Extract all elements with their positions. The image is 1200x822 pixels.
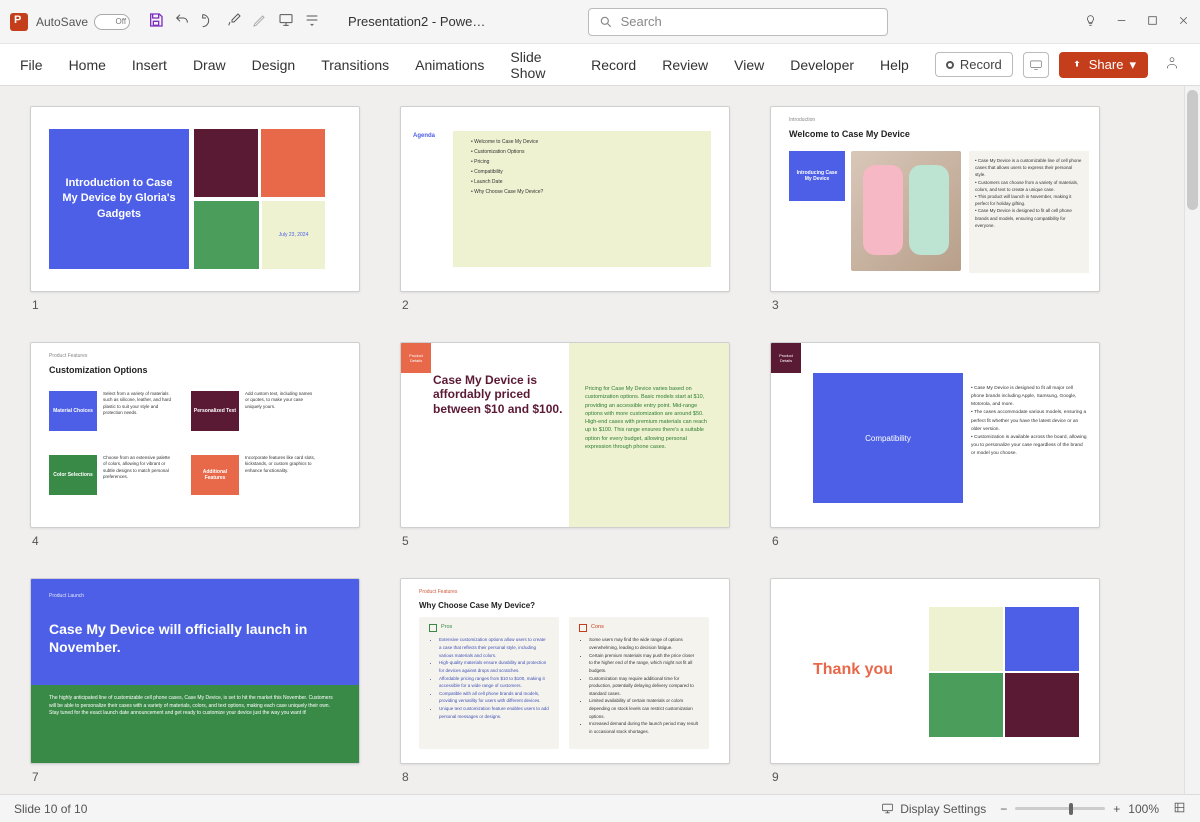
tab-insert[interactable]: Insert	[132, 57, 167, 73]
tab-slide-show[interactable]: Slide Show	[510, 49, 565, 81]
slide2-label: Agenda	[413, 133, 435, 139]
quick-access-toolbar	[148, 12, 320, 31]
app-icon	[10, 13, 28, 31]
close-icon[interactable]	[1177, 14, 1190, 30]
zoom-in-icon[interactable]: +	[1113, 802, 1120, 816]
slide-thumb-9[interactable]: Thank you 9	[770, 578, 1100, 784]
lightbulb-icon[interactable]	[1084, 14, 1097, 30]
slide-thumb-6[interactable]: Product Details Compatibility Case My De…	[770, 342, 1100, 548]
slide-thumb-1[interactable]: Introduction to Case My Device by Gloria…	[30, 106, 360, 312]
search-placeholder: Search	[621, 14, 662, 29]
record-dot-icon	[946, 61, 954, 69]
present-icon[interactable]	[278, 12, 294, 31]
slide1-title: Introduction to Case My Device by Gloria…	[49, 129, 189, 269]
scrollbar-thumb[interactable]	[1187, 90, 1198, 210]
save-icon[interactable]	[148, 12, 164, 31]
slide-thumb-4[interactable]: Product Features Customization Options M…	[30, 342, 360, 548]
record-button[interactable]: Record	[935, 52, 1013, 77]
zoom-value: 100%	[1128, 802, 1159, 816]
autosave-toggle[interactable]: AutoSave Off	[36, 14, 130, 30]
monitor-icon	[881, 802, 894, 815]
tab-review[interactable]: Review	[662, 57, 708, 73]
ribbon: File Home Insert Draw Design Transitions…	[0, 44, 1200, 86]
undo-icon[interactable]	[174, 12, 190, 31]
tab-record[interactable]: Record	[591, 57, 636, 73]
tab-animations[interactable]: Animations	[415, 57, 484, 73]
chevron-down-icon: ▾	[1129, 57, 1136, 73]
tab-help[interactable]: Help	[880, 57, 909, 73]
slide-grid-area[interactable]: Introduction to Case My Device by Gloria…	[0, 86, 1184, 794]
slide-counter: Slide 10 of 10	[14, 802, 87, 816]
present-icon	[1029, 58, 1043, 72]
slide-number: 5	[400, 534, 730, 548]
present-mode-button[interactable]	[1023, 52, 1049, 78]
maximize-icon[interactable]	[1146, 14, 1159, 30]
search-input[interactable]: Search	[588, 8, 888, 36]
share-button[interactable]: Share ▾	[1059, 52, 1148, 78]
autosave-label: AutoSave	[36, 15, 88, 29]
slide-thumb-3[interactable]: Introduction Welcome to Case My Device I…	[770, 106, 1100, 312]
slide-number: 6	[770, 534, 1100, 548]
slide-thumb-2[interactable]: Agenda Welcome to Case My DeviceCustomiz…	[400, 106, 730, 312]
tab-design[interactable]: Design	[252, 57, 296, 73]
slide-number: 8	[400, 770, 730, 784]
tab-view[interactable]: View	[734, 57, 764, 73]
toggle-switch[interactable]: Off	[94, 14, 130, 30]
vertical-scrollbar[interactable]	[1184, 86, 1200, 794]
record-label: Record	[960, 57, 1002, 72]
slide1-date: July 23, 2024	[262, 201, 325, 269]
slide-number: 2	[400, 298, 730, 312]
slide-thumb-5[interactable]: Product Details Case My Device is afford…	[400, 342, 730, 548]
slide-thumb-8[interactable]: Product Features Why Choose Case My Devi…	[400, 578, 730, 784]
zoom-slider[interactable]	[1015, 807, 1105, 810]
slide-thumb-7[interactable]: Product Launch Case My Device will offic…	[30, 578, 360, 784]
search-icon	[599, 15, 613, 29]
tab-home[interactable]: Home	[69, 57, 106, 73]
slide2-list: Welcome to Case My DeviceCustomization O…	[471, 137, 543, 197]
share-label: Share	[1089, 57, 1124, 72]
document-title[interactable]: Presentation2 - Powe…	[348, 14, 485, 29]
zoom-out-icon[interactable]: −	[1000, 802, 1007, 816]
tab-draw[interactable]: Draw	[193, 57, 226, 73]
pen-icon[interactable]	[252, 12, 268, 31]
window-controls	[1084, 14, 1190, 30]
ribbon-options-icon[interactable]	[1158, 55, 1180, 74]
slide-number: 1	[30, 298, 360, 312]
slide-number: 9	[770, 770, 1100, 784]
slide-number: 4	[30, 534, 360, 548]
display-settings-button[interactable]: Display Settings	[881, 802, 986, 816]
title-bar: AutoSave Off Presentation2 - Powe… Searc…	[0, 0, 1200, 44]
status-bar: Slide 10 of 10 Display Settings − + 100%	[0, 794, 1200, 822]
tab-file[interactable]: File	[20, 57, 43, 73]
slide-sorter: Introduction to Case My Device by Gloria…	[0, 86, 1200, 794]
qat-overflow-icon[interactable]	[304, 12, 320, 31]
slide3-image	[851, 151, 961, 271]
redo-icon[interactable]	[200, 12, 216, 31]
minimize-icon[interactable]	[1115, 14, 1128, 30]
slide-number: 3	[770, 298, 1100, 312]
slide-number: 7	[30, 770, 360, 784]
tab-transitions[interactable]: Transitions	[321, 57, 389, 73]
tab-developer[interactable]: Developer	[790, 57, 854, 73]
zoom-control[interactable]: − + 100%	[1000, 802, 1159, 816]
share-icon	[1071, 59, 1083, 71]
fit-to-window-icon[interactable]	[1173, 801, 1186, 817]
eyedropper-icon[interactable]	[226, 12, 242, 31]
